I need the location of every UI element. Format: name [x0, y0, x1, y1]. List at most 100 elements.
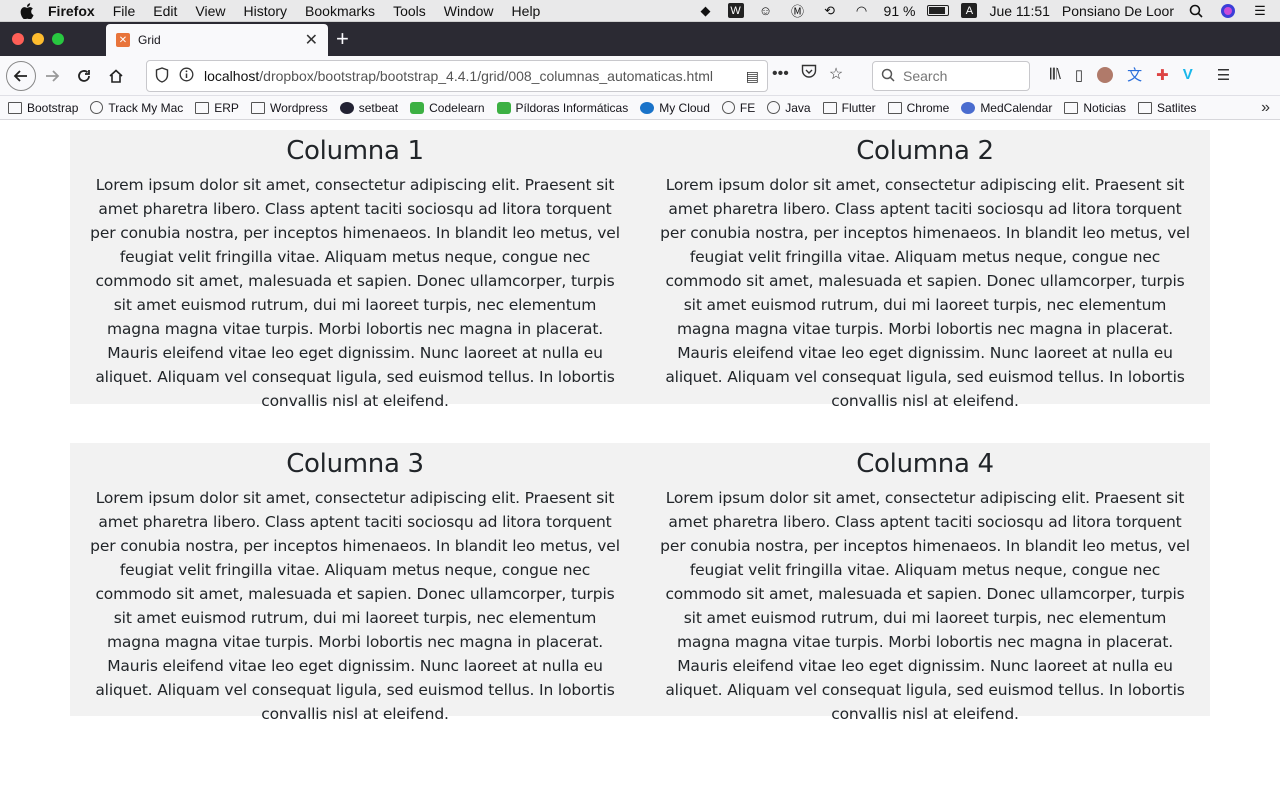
home-button[interactable]: [100, 60, 132, 92]
folder-icon: [1138, 101, 1153, 114]
site-icon: [640, 101, 655, 114]
bookmark-item[interactable]: MedCalendar: [961, 101, 1052, 115]
input-source-indicator[interactable]: A: [961, 3, 978, 18]
vimeo-extension-icon[interactable]: V: [1183, 66, 1193, 83]
siri-icon[interactable]: [1218, 3, 1238, 19]
dropbox-icon[interactable]: ◆: [696, 3, 716, 19]
zoom-window-button[interactable]: [52, 33, 64, 45]
forward-button[interactable]: [36, 60, 68, 92]
menu-edit[interactable]: Edit: [153, 3, 177, 19]
minimize-window-button[interactable]: [32, 33, 44, 45]
column-heading: Columna 2: [856, 136, 994, 166]
url-host: localhost: [204, 68, 260, 84]
site-icon: [961, 101, 976, 114]
bookmark-item[interactable]: My Cloud: [640, 101, 710, 115]
more-bookmarks-chevron-icon[interactable]: »: [1261, 99, 1270, 117]
search-box[interactable]: Search: [872, 61, 1030, 91]
time-machine-icon[interactable]: ⟲: [820, 3, 840, 19]
menu-tools[interactable]: Tools: [393, 3, 426, 19]
bookmark-item[interactable]: Píldoras Informáticas: [496, 101, 628, 115]
battery-percent: 91 %: [883, 2, 916, 19]
bookmark-label: FE: [739, 100, 756, 115]
bookmark-label: Codelearn: [429, 100, 485, 115]
ghost-icon[interactable]: ☺: [756, 3, 776, 19]
library-icon[interactable]: 𝄃𝄃\: [1050, 66, 1061, 83]
malwarebytes-icon[interactable]: Ⓜ: [788, 3, 808, 19]
close-tab-icon[interactable]: ✕: [305, 30, 318, 50]
column-text: Lorem ipsum dolor sit amet, consectetur …: [90, 176, 620, 410]
grid-column: Columna 2 Lorem ipsum dolor sit amet, co…: [640, 130, 1210, 410]
folder-icon: [887, 101, 902, 114]
bookmark-label: Chrome: [906, 100, 950, 115]
url-path: /dropbox/bootstrap/bootstrap_4.4.1/grid/…: [259, 68, 713, 84]
bookmark-item[interactable]: FE: [721, 100, 756, 115]
page-content: Columna 1 Lorem ipsum dolor sit amet, co…: [0, 120, 1280, 800]
user-name[interactable]: Ponsiano De Loor: [1062, 3, 1174, 19]
bookmark-label: Flutter: [841, 100, 876, 115]
globe-icon: [721, 101, 735, 114]
bookmark-item[interactable]: Bootstrap: [8, 101, 78, 115]
bookmark-star-icon[interactable]: ☆: [829, 64, 843, 84]
pocket-icon[interactable]: [801, 64, 817, 84]
globe-icon: [90, 101, 104, 114]
bookmark-item[interactable]: Satlites: [1138, 101, 1196, 115]
bookmark-item[interactable]: ERP: [195, 101, 239, 115]
column-text: Lorem ipsum dolor sit amet, consectetur …: [660, 489, 1190, 723]
sidebar-icon[interactable]: ▯: [1075, 66, 1083, 84]
menu-view[interactable]: View: [195, 3, 225, 19]
bookmark-label: setbeat: [358, 100, 399, 115]
clock[interactable]: Jue 11:51: [989, 3, 1049, 19]
account-avatar-icon[interactable]: [1097, 66, 1114, 83]
site-icon: [410, 101, 425, 114]
wifi-icon[interactable]: ◠: [852, 3, 872, 19]
page-actions: ••• ☆: [772, 64, 843, 84]
tab-grid[interactable]: ✕ Grid ✕: [106, 24, 328, 56]
bookmark-label: ERP: [214, 100, 239, 115]
menu-bookmarks[interactable]: Bookmarks: [305, 3, 375, 19]
close-window-button[interactable]: [12, 33, 24, 45]
new-tab-button[interactable]: +: [336, 26, 349, 52]
search-icon: [881, 68, 895, 85]
notification-center-icon[interactable]: ☰: [1250, 3, 1270, 19]
column-heading: Columna 3: [286, 449, 424, 479]
reload-button[interactable]: [68, 60, 100, 92]
menu-file[interactable]: File: [113, 3, 136, 19]
bookmark-label: Satlites: [1157, 100, 1197, 115]
bookmark-item[interactable]: Chrome: [887, 100, 950, 115]
battery-icon[interactable]: [927, 5, 950, 16]
bookmark-item[interactable]: Wordpress: [250, 100, 328, 115]
bookmark-item[interactable]: Flutter: [822, 100, 876, 115]
wd-drive-icon[interactable]: W: [727, 3, 744, 18]
bookmark-item[interactable]: Java: [767, 101, 811, 115]
colorful-extension-icon[interactable]: ✚: [1156, 66, 1169, 84]
bookmark-label: Wordpress: [269, 100, 328, 115]
reader-view-icon[interactable]: ▤: [746, 68, 759, 85]
status-menus: ◆ W ☺ Ⓜ ⟲ ◠ 91 % A Jue 11:51 Ponsiano De…: [696, 2, 1270, 20]
toolbar-extensions: 𝄃𝄃\ ▯ 文 ✚ V ☰: [1050, 64, 1230, 85]
back-button[interactable]: [6, 60, 36, 91]
spotlight-search-icon[interactable]: [1186, 3, 1206, 19]
folder-icon: [822, 101, 837, 114]
folder-icon: [1064, 101, 1079, 114]
menu-history[interactable]: History: [243, 3, 287, 19]
url-bar[interactable]: localhost/dropbox/bootstrap/bootstrap_4.…: [146, 60, 768, 92]
open-menu-icon[interactable]: ☰: [1217, 66, 1230, 84]
tracking-protection-icon[interactable]: [155, 66, 169, 86]
column-text: Lorem ipsum dolor sit amet, consectetur …: [90, 489, 620, 723]
site-info-icon[interactable]: [179, 67, 194, 85]
bookmark-item[interactable]: setbeat: [339, 100, 399, 115]
column-heading: Columna 4: [856, 449, 994, 479]
bookmark-item[interactable]: Codelearn: [410, 100, 485, 115]
folder-icon: [8, 101, 22, 114]
more-actions-icon[interactable]: •••: [772, 65, 789, 83]
translate-extension-icon[interactable]: 文: [1127, 64, 1142, 85]
bookmark-item[interactable]: Noticias: [1064, 101, 1126, 115]
tab-strip: ✕ Grid ✕ +: [0, 22, 1280, 56]
app-menu-firefox[interactable]: Firefox: [48, 3, 95, 19]
bookmark-item[interactable]: Track My Mac: [90, 101, 183, 115]
apple-icon[interactable]: [20, 2, 34, 19]
bookmark-label: Bootstrap: [27, 100, 79, 115]
column-heading: Columna 1: [286, 136, 424, 166]
menu-help[interactable]: Help: [512, 3, 541, 19]
menu-window[interactable]: Window: [444, 3, 494, 19]
